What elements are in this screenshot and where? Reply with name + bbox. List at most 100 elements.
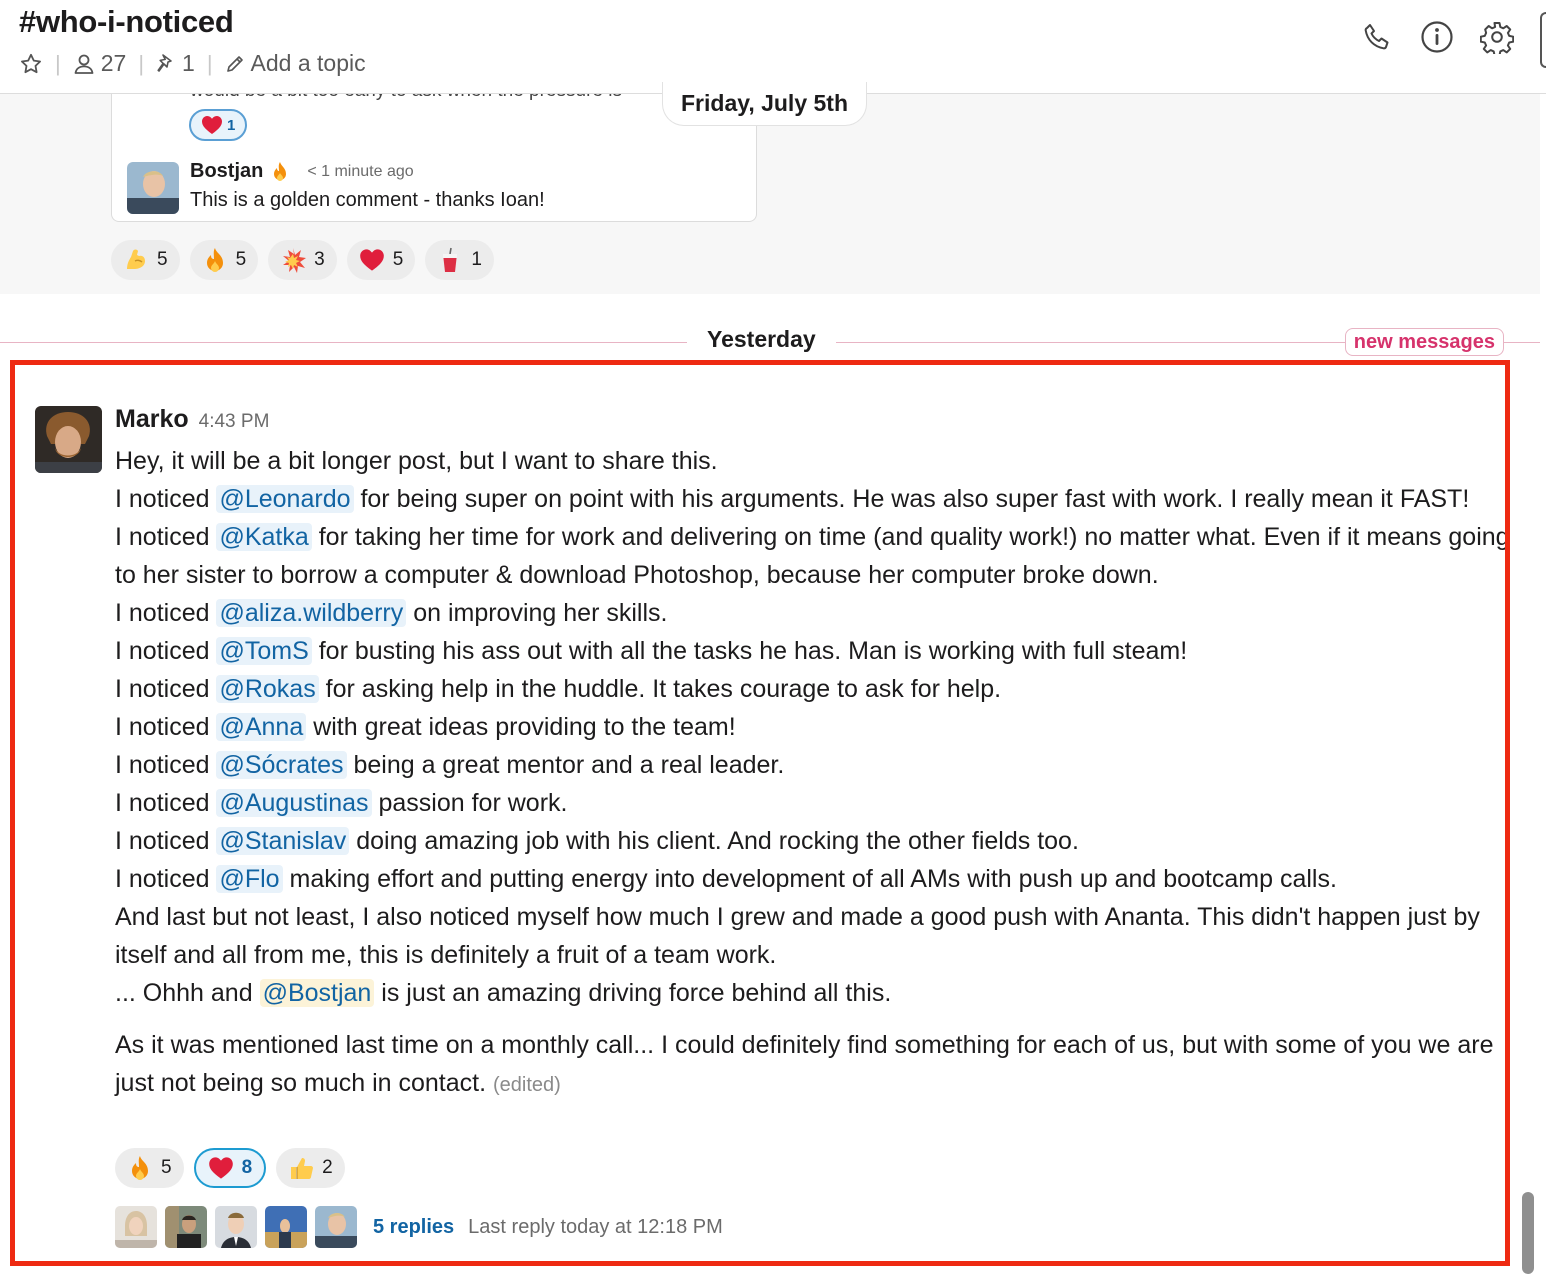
mention-anna[interactable]: @Anna (216, 713, 307, 741)
reaction-heart[interactable]: 5 (346, 240, 416, 280)
thread-preview-card[interactable]: would be a bit too early to ask when the… (111, 94, 757, 222)
message-line: I noticed @Katka for taking her time for… (115, 523, 1510, 589)
previous-reactions: 5 5 3 5 1 (111, 240, 494, 280)
person-icon (74, 54, 94, 74)
message-line: I noticed @TomS for busting his ass out … (115, 637, 1188, 665)
scrollbar-thumb[interactable] (1522, 1192, 1534, 1274)
pin-icon (157, 53, 172, 72)
collision-emoji (280, 247, 307, 273)
day-divider-label[interactable]: Yesterday (687, 326, 836, 353)
thread-summary[interactable]: 5 replies Last reply today at 12:18 PM (115, 1206, 723, 1248)
avatar[interactable] (35, 406, 102, 473)
flexed-biceps-emoji (123, 247, 149, 273)
edited-label: (edited) (493, 1074, 561, 1096)
author-name[interactable]: Bostjan (190, 160, 263, 183)
pencil-icon (226, 55, 243, 72)
add-topic-button[interactable]: Add a topic (225, 50, 366, 77)
add-topic-label: Add a topic (250, 50, 366, 76)
new-messages-badge: new messages (1344, 328, 1504, 356)
message-line: I noticed @Leonardo for being super on p… (115, 485, 1470, 513)
separator: | (138, 50, 145, 76)
message-timestamp[interactable]: 4:43 PM (199, 411, 270, 433)
member-count: 27 (100, 50, 127, 76)
fire-emoji (274, 161, 287, 181)
channel-header: #who-i-noticed | 27 | 1 | Add a topic (0, 0, 1546, 94)
message-body: Hey, it will be a bit longer post, but I… (115, 442, 1510, 1104)
avatar[interactable] (315, 1206, 357, 1248)
message-line: And last but not least, I also noticed m… (115, 903, 1480, 969)
date-divider-pill[interactable]: Friday, July 5th (662, 82, 868, 126)
message-line: ... Ohhh and @Bostjan is just an amazing… (115, 979, 892, 1007)
separator: | (55, 50, 61, 76)
members-button[interactable]: 27 (73, 50, 127, 77)
mention-augustinas[interactable]: @Augustinas (216, 789, 372, 817)
fire-emoji (127, 1155, 153, 1181)
avatar[interactable] (165, 1206, 207, 1248)
pinned-count: 1 (182, 50, 195, 76)
mention-leonardo[interactable]: @Leonardo (216, 485, 354, 513)
reaction-fire[interactable]: 5 (115, 1148, 184, 1188)
message-line: I noticed @Rokas for asking help in the … (115, 675, 1002, 703)
reaction-thumbs-up[interactable]: 2 (276, 1148, 345, 1188)
channel-title[interactable]: #who-i-noticed (19, 4, 234, 40)
mention-aliza[interactable]: @aliza.wildberry (216, 599, 407, 627)
replies-link[interactable]: 5 replies (373, 1216, 454, 1239)
mention-toms[interactable]: @TomS (216, 637, 312, 665)
reply-author: Bostjan < 1 minute ago (190, 160, 414, 183)
avatar[interactable] (127, 162, 179, 214)
message-line: As it was mentioned last time on a month… (115, 1031, 1494, 1097)
mention-flo[interactable]: @Flo (216, 865, 283, 893)
message-line: Hey, it will be a bit longer post, but I… (115, 447, 718, 475)
reaction-count: 5 (392, 249, 404, 270)
reaction-collision[interactable]: 3 (268, 240, 337, 280)
pinned-button[interactable]: 1 (156, 50, 195, 77)
settings-button[interactable] (1478, 18, 1516, 56)
reaction-heart[interactable]: 8 (193, 1148, 267, 1188)
reaction-count: 3 (314, 249, 325, 270)
star-button[interactable] (19, 52, 43, 76)
info-icon (1421, 21, 1453, 53)
reaction-fire[interactable]: 5 (189, 240, 259, 280)
reaction-count: 5 (161, 1157, 172, 1178)
header-actions (1358, 18, 1516, 56)
reaction-count: 2 (322, 1157, 333, 1178)
reaction-count: 1 (471, 249, 482, 270)
reaction-muscle[interactable]: 5 (111, 240, 180, 280)
reaction-beverage[interactable]: 1 (425, 240, 494, 280)
message-line: I noticed @Sócrates being a great mentor… (115, 751, 785, 779)
previous-message: would be a bit too early to ask when the… (0, 82, 1540, 294)
heart-emoji (202, 116, 222, 134)
reaction-count: 5 (157, 249, 168, 270)
reaction-count: 8 (241, 1157, 253, 1178)
mention-rokas[interactable]: @Rokas (216, 675, 319, 703)
message-line: I noticed @Stanislav doing amazing job w… (115, 827, 1079, 855)
highlighted-message: Marko 4:43 PM Hey, it will be a bit long… (10, 360, 1510, 1266)
separator: | (206, 50, 213, 76)
message-line: I noticed @Anna with great ideas providi… (115, 713, 736, 741)
heart-reaction[interactable]: 1 (189, 109, 248, 141)
star-icon (21, 53, 41, 73)
thumbs-up-emoji (288, 1155, 314, 1181)
fire-emoji (202, 247, 228, 273)
message-reactions: 5 8 2 (115, 1148, 345, 1188)
details-button[interactable] (1418, 18, 1456, 56)
truncated-text: would be a bit too early to ask when the… (190, 94, 622, 102)
message-author: Marko 4:43 PM (115, 405, 269, 434)
call-button[interactable] (1358, 18, 1396, 56)
avatar[interactable] (265, 1206, 307, 1248)
reply-text: This is a golden comment - thanks Ioan! (190, 189, 545, 211)
author-name[interactable]: Marko (115, 405, 189, 434)
channel-meta: | 27 | 1 | Add a topic (19, 50, 366, 77)
side-panel-edge (1540, 12, 1546, 68)
avatar[interactable] (115, 1206, 157, 1248)
mention-socrates[interactable]: @Sócrates (216, 751, 347, 779)
reply-timestamp[interactable]: < 1 minute ago (307, 163, 413, 181)
mention-stanislav[interactable]: @Stanislav (216, 827, 350, 855)
mention-katka[interactable]: @Katka (216, 523, 312, 551)
mention-bostjan[interactable]: @Bostjan (259, 979, 375, 1007)
reaction-count: 1 (227, 116, 236, 134)
message-line: I noticed @Augustinas passion for work. (115, 789, 568, 817)
avatar[interactable] (215, 1206, 257, 1248)
beverage-emoji (437, 247, 463, 273)
